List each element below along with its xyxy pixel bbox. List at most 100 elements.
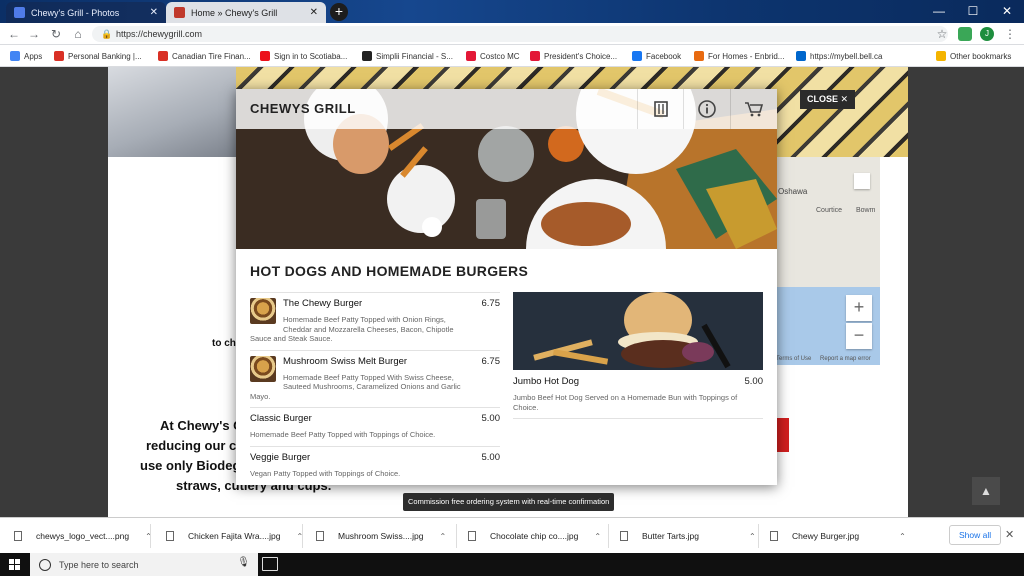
download-filename: chewys_logo_vect....png [36, 531, 130, 541]
bookmark-costco[interactable]: Costco MC [466, 49, 520, 63]
item-name: Jumbo Hot Dog [513, 376, 580, 387]
background-side-image [108, 67, 236, 157]
bookmark-mybell[interactable]: https://mybell.bell.ca [796, 49, 882, 63]
tab-photos[interactable]: Chewy's Grill - Photos ✕ [6, 2, 166, 23]
modal-header: CHEWYS GRILL [236, 89, 777, 129]
show-all-button[interactable]: Show all [949, 525, 1002, 545]
extension-icon[interactable] [958, 27, 972, 41]
bookmark-simplii[interactable]: Simplii Financial - S... [362, 49, 453, 63]
download-filename: Chewy Burger.jpg [792, 531, 860, 541]
item-name: Classic Burger [250, 413, 312, 424]
background-text: reducing our c [146, 438, 237, 453]
burger-thumbnail [250, 355, 276, 382]
background-red-button[interactable] [775, 418, 789, 452]
item-description-line: Cheddar and Mozzarella Cheeses, Bacon, C… [283, 324, 454, 334]
menu-book-button[interactable] [637, 89, 683, 129]
tab-home[interactable]: Home » Chewy's Grill ✕ [166, 2, 326, 23]
bookmark-presidents-choice[interactable]: President's Choice... [530, 49, 617, 63]
close-icon[interactable]: ✕ [310, 7, 318, 18]
item-price: 5.00 [481, 451, 501, 463]
bookmark-other[interactable]: Other bookmarks [936, 49, 1011, 63]
bookmark-personal-banking[interactable]: Personal Banking |... [54, 49, 142, 63]
reload-icon[interactable]: ↻ [48, 26, 64, 42]
lock-icon: 🔒 [101, 29, 113, 39]
scroll-to-top-button[interactable]: ▲ [972, 477, 1000, 505]
menu-item[interactable]: Jumbo Hot Dog 5.00 Jumbo Beef Hot Dog Se… [513, 370, 763, 418]
tab-label: Home » Chewy's Grill [191, 7, 278, 18]
background-text: use only Biodeg [140, 458, 241, 473]
item-description-line: Sauce and Steak Sauce. [250, 334, 333, 343]
menu-item[interactable]: Mushroom Swiss Melt Burger 6.75 Homemade… [250, 349, 500, 408]
menu-book-icon [653, 101, 668, 117]
menu-kebab-icon[interactable]: ⋮ [1002, 26, 1018, 42]
close-icon[interactable]: ✕ [150, 7, 158, 18]
download-item[interactable]: Butter Tarts.jpg ⌃ [620, 524, 756, 548]
chevron-up-icon[interactable]: ⌃ [594, 532, 601, 541]
map-report-link[interactable]: Report a map error [820, 356, 871, 362]
item-description-line: Sauteed Mushrooms, Caramelized Onions an… [283, 382, 461, 391]
task-view-icon[interactable] [262, 557, 278, 571]
map-zoom-out-button[interactable]: − [846, 323, 872, 349]
close-modal-button[interactable]: CLOSE ✕ [800, 90, 856, 109]
bookmark-apps[interactable]: Apps [10, 49, 42, 63]
chevron-up-icon[interactable]: ⌃ [899, 532, 906, 541]
bookmark-label: Facebook [646, 51, 682, 61]
bookmark-label: https://mybell.bell.ca [810, 51, 883, 61]
map-zoom-in-button[interactable]: + [846, 295, 872, 321]
hot-dog-image [513, 292, 763, 370]
facebook-icon [632, 51, 642, 61]
minimize-button[interactable]: — [922, 0, 956, 23]
maximize-button[interactable]: ☐ [956, 0, 990, 23]
divider [513, 418, 763, 419]
bookmark-facebook[interactable]: Facebook [632, 49, 681, 63]
menu-item[interactable]: Classic Burger 5.00 Homemade Beef Patty … [250, 407, 500, 446]
bank-icon [54, 51, 64, 61]
download-item[interactable]: Chicken Fajita Wra....jpg ⌃ [166, 524, 303, 548]
chevron-up-icon[interactable]: ⌃ [749, 532, 756, 541]
featured-menu-item[interactable]: Jumbo Hot Dog 5.00 Jumbo Beef Hot Dog Se… [513, 292, 763, 419]
download-item[interactable]: Mushroom Swiss....jpg ⌃ [316, 524, 446, 548]
background-text: to ch [212, 338, 236, 349]
url-input[interactable]: 🔒 https://chewygrill.com [92, 26, 948, 42]
home-icon[interactable]: ⌂ [70, 26, 86, 42]
close-window-button[interactable]: ✕ [990, 0, 1024, 23]
map-widget[interactable]: Oshawa Courtice Bowm + − Terms of Use Re… [776, 157, 880, 365]
start-button[interactable] [0, 553, 30, 576]
info-button[interactable] [683, 89, 729, 129]
download-item[interactable]: Chocolate chip co....jpg ⌃ [468, 524, 601, 548]
chevron-up-icon[interactable]: ⌃ [440, 532, 447, 541]
star-icon[interactable]: ☆ [934, 26, 950, 42]
cart-icon [744, 102, 763, 117]
menu-item[interactable]: The Chewy Burger 6.75 Homemade Beef Patt… [250, 292, 500, 350]
tab-label: Chewy's Grill - Photos [31, 7, 120, 18]
profile-avatar[interactable]: J [980, 27, 994, 41]
close-downloads-icon[interactable]: ✕ [1005, 528, 1014, 541]
bookmark-label: Personal Banking |... [68, 51, 142, 61]
microphone-icon[interactable]: 🎙 [237, 557, 250, 568]
bookmark-label: Canadian Tire Finan... [172, 51, 251, 61]
screen: Chewy's Grill - Photos ✕ Home » Chewy's … [0, 0, 1024, 576]
bookmark-scotiabank[interactable]: Sign in to Scotiaba... [260, 49, 347, 63]
bookmarks-bar: Apps Personal Banking |... Canadian Tire… [0, 45, 1024, 67]
forward-arrow-icon[interactable]: → [26, 26, 42, 42]
divider [758, 524, 759, 548]
photos-favicon-icon [14, 7, 25, 18]
download-filename: Chocolate chip co....jpg [490, 531, 579, 541]
new-tab-button[interactable]: + [330, 3, 348, 21]
bookmark-enbridge[interactable]: For Homes - Enbrid... [694, 49, 784, 63]
back-arrow-icon[interactable]: ← [6, 26, 22, 42]
cart-button[interactable] [730, 89, 776, 129]
download-item[interactable]: chewys_logo_vect....png ⌃ [14, 524, 152, 548]
section-title: HOT DOGS AND HOMEMADE BURGERS [250, 263, 529, 279]
bookmark-canadian-tire[interactable]: Canadian Tire Finan... [158, 49, 251, 63]
file-icon [770, 531, 778, 541]
windows-taskbar: Type here to search 🎙 [0, 553, 1024, 576]
download-item[interactable]: Chewy Burger.jpg ⌃ [770, 524, 906, 548]
map-terms-link[interactable]: Terms of Use [776, 356, 811, 362]
taskbar-search-input[interactable]: Type here to search 🎙 [30, 553, 258, 576]
pegman-icon[interactable] [854, 173, 870, 189]
menu-item[interactable]: Veggie Burger 5.00 Vegan Patty Topped wi… [250, 445, 501, 485]
item-description: Vegan Patty Topped with Toppings of Choi… [250, 468, 401, 478]
file-icon [316, 531, 324, 541]
chewys-favicon-icon [174, 7, 185, 18]
